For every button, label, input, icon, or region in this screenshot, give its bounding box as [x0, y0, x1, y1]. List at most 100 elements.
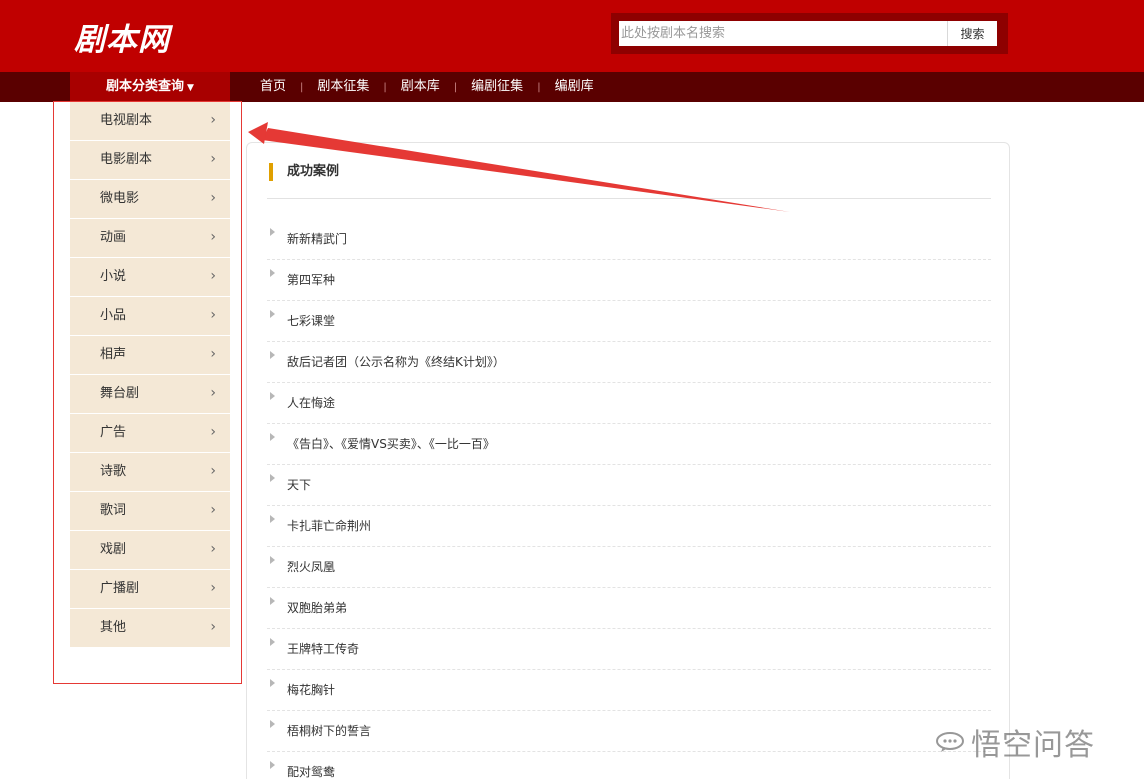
case-list-item[interactable]: 梅花胸针: [267, 670, 991, 711]
page: 剧本网 搜索 剧本分类查询▼ 首页|剧本征集|剧本库|编剧征集|编剧库 电视剧本…: [0, 0, 1144, 779]
triangle-bullet-icon: [270, 351, 275, 359]
case-link[interactable]: 梅花胸针: [287, 682, 335, 698]
site-logo[interactable]: 剧本网: [74, 14, 170, 59]
nav-link-0[interactable]: 首页: [246, 72, 300, 102]
case-list-item[interactable]: 人在悔途: [267, 383, 991, 424]
case-link[interactable]: 双胞胎弟弟: [287, 600, 347, 616]
case-list-item[interactable]: 天下: [267, 465, 991, 506]
triangle-bullet-icon: [270, 638, 275, 646]
nav-link-3[interactable]: 编剧征集: [457, 72, 537, 102]
triangle-bullet-icon: [270, 761, 275, 769]
sidebar-item-13[interactable]: 其他 ›: [70, 609, 230, 647]
sidebar-item-label: 相声: [100, 347, 127, 362]
sidebar-item-9[interactable]: 诗歌 ›: [70, 453, 230, 491]
sidebar-item-label: 动画: [100, 230, 127, 245]
case-link[interactable]: 人在悔途: [287, 395, 335, 411]
chevron-right-icon: ›: [210, 151, 216, 167]
case-link[interactable]: 王牌特工传奇: [287, 641, 359, 657]
case-link[interactable]: 天下: [287, 477, 311, 493]
chevron-right-icon: ›: [210, 190, 216, 206]
triangle-bullet-icon: [270, 720, 275, 728]
sidebar-item-10[interactable]: 歌词 ›: [70, 492, 230, 530]
chat-bubble-icon: [936, 732, 964, 752]
chevron-right-icon: ›: [210, 580, 216, 596]
chevron-right-icon: ›: [210, 424, 216, 440]
header: 剧本网 搜索: [0, 0, 1144, 72]
sidebar-item-6[interactable]: 相声 ›: [70, 336, 230, 374]
sidebar-item-12[interactable]: 广播剧 ›: [70, 570, 230, 608]
search-button[interactable]: 搜索: [947, 21, 997, 46]
case-list-item[interactable]: 《告白》、《爱情VS买卖》、《一比一百》: [267, 424, 991, 465]
case-list-item[interactable]: 卡扎菲亡命荆州: [267, 506, 991, 547]
case-list: 新新精武门第四军种七彩课堂敌后记者团（公示名称为《终结K计划》） 人在悔途《告白》…: [267, 219, 991, 779]
case-link[interactable]: 第四军种: [287, 272, 335, 288]
case-list-item[interactable]: 七彩课堂: [267, 301, 991, 342]
case-link[interactable]: 新新精武门: [287, 231, 347, 247]
sidebar-item-8[interactable]: 广告 ›: [70, 414, 230, 452]
sidebar-item-0[interactable]: 电视剧本 ›: [70, 102, 230, 140]
sidebar-item-label: 微电影: [100, 191, 140, 206]
caret-down-icon: ▼: [187, 83, 194, 93]
case-list-item[interactable]: 王牌特工传奇: [267, 629, 991, 670]
triangle-bullet-icon: [270, 433, 275, 441]
sidebar-item-label: 小说: [100, 269, 127, 284]
case-list-item[interactable]: 第四军种: [267, 260, 991, 301]
case-list-item[interactable]: 新新精武门: [267, 219, 991, 260]
case-link[interactable]: 敌后记者团（公示名称为《终结K计划》）: [287, 354, 505, 370]
nav-link-1[interactable]: 剧本征集: [303, 72, 383, 102]
sidebar-item-3[interactable]: 动画 ›: [70, 219, 230, 257]
chevron-right-icon: ›: [210, 346, 216, 362]
chevron-right-icon: ›: [210, 112, 216, 128]
sidebar-item-11[interactable]: 戏剧 ›: [70, 531, 230, 569]
nav-link-2[interactable]: 剧本库: [387, 72, 454, 102]
chevron-right-icon: ›: [210, 385, 216, 401]
case-link[interactable]: 《告白》、《爱情VS买卖》、《一比一百》: [287, 436, 495, 452]
sidebar-item-label: 其他: [100, 620, 127, 635]
triangle-bullet-icon: [270, 269, 275, 277]
case-list-item[interactable]: 配对鸳鸯: [267, 752, 991, 779]
watermark-text: 悟空问答: [971, 728, 1095, 763]
case-link[interactable]: 梧桐树下的誓言: [287, 723, 371, 739]
search-input[interactable]: [619, 21, 947, 46]
chevron-right-icon: ›: [210, 307, 216, 323]
case-list-item[interactable]: 梧桐树下的誓言: [267, 711, 991, 752]
sidebar-item-label: 歌词: [100, 503, 127, 518]
triangle-bullet-icon: [270, 228, 275, 236]
triangle-bullet-icon: [270, 392, 275, 400]
sidebar-item-7[interactable]: 舞台剧 ›: [70, 375, 230, 413]
sidebar-item-label: 诗歌: [100, 464, 127, 479]
case-list-item[interactable]: 双胞胎弟弟: [267, 588, 991, 629]
chevron-right-icon: ›: [210, 463, 216, 479]
chevron-right-icon: ›: [210, 502, 216, 518]
sidebar-item-label: 舞台剧: [100, 386, 140, 401]
triangle-bullet-icon: [270, 597, 275, 605]
sidebar-item-5[interactable]: 小品 ›: [70, 297, 230, 335]
case-link[interactable]: 七彩课堂: [287, 313, 335, 329]
section-title-text: 成功案例: [287, 164, 340, 179]
success-cases-panel: 成功案例 新新精武门第四军种七彩课堂敌后记者团（公示名称为《终结K计划》） 人在悔…: [246, 142, 1010, 779]
main-nav: 剧本分类查询 ▼ 首页 | 剧本征集 | 剧本库 | 编剧征集 | 编剧库: [0, 72, 1144, 102]
sidebar-item-2[interactable]: 微电影 ›: [70, 180, 230, 218]
divider: [267, 198, 991, 199]
case-list-item[interactable]: 敌后记者团（公示名称为《终结K计划》）: [267, 342, 991, 383]
nav-links: 首页 | 剧本征集 | 剧本库 | 编剧征集 | 编剧库: [246, 72, 608, 102]
chevron-right-icon: ›: [210, 541, 216, 557]
triangle-bullet-icon: [270, 556, 275, 564]
sidebar-item-1[interactable]: 电影剧本 ›: [70, 141, 230, 179]
case-list-item[interactable]: 烈火凤凰: [267, 547, 991, 588]
case-link[interactable]: 配对鸳鸯: [287, 764, 335, 779]
sidebar-item-label: 戏剧: [100, 542, 127, 557]
chevron-right-icon: ›: [210, 619, 216, 635]
title-accent-bar: [269, 163, 273, 181]
nav-link-4[interactable]: 编剧库: [541, 72, 608, 102]
sidebar-item-label: 电影剧本: [100, 152, 153, 167]
category-dropdown[interactable]: 剧本分类查询 ▼: [70, 72, 230, 102]
watermark: 悟空问答: [935, 722, 1095, 763]
chevron-right-icon: ›: [210, 229, 216, 245]
sidebar-item-4[interactable]: 小说 ›: [70, 258, 230, 296]
triangle-bullet-icon: [270, 515, 275, 523]
chevron-right-icon: ›: [210, 268, 216, 284]
case-link[interactable]: 卡扎菲亡命荆州: [287, 518, 371, 534]
annotation-arrow-head: [248, 122, 268, 144]
case-link[interactable]: 烈火凤凰: [287, 559, 335, 575]
